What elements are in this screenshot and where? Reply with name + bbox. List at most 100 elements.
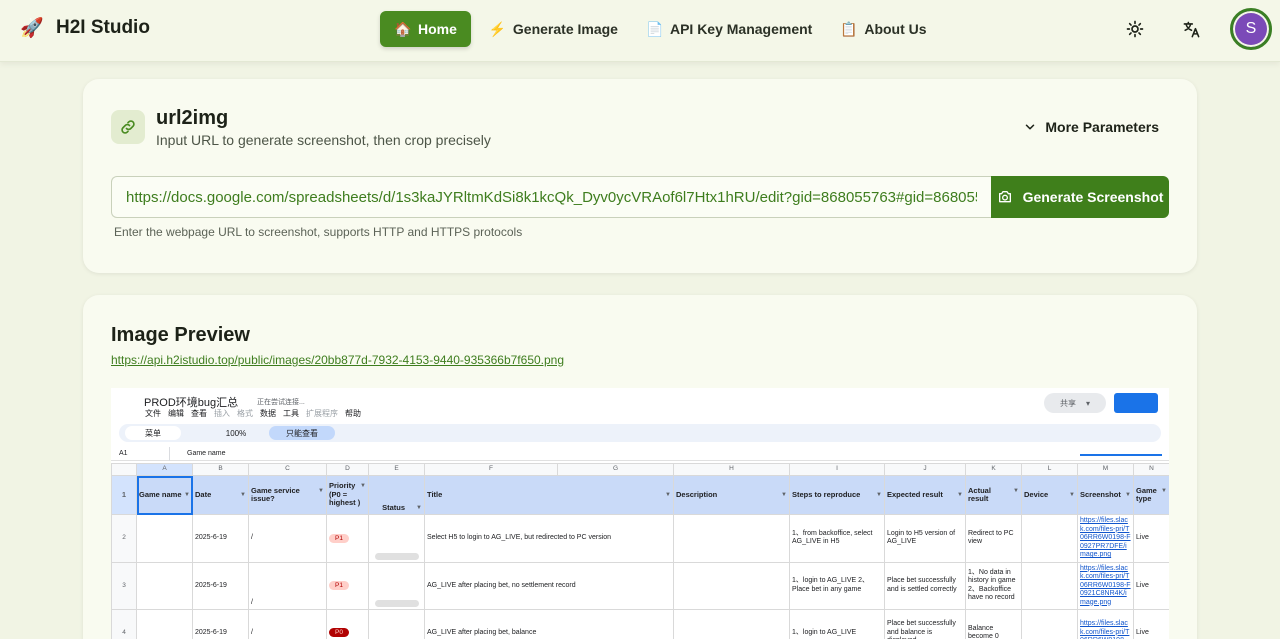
header-cell: ▼ Game type — [1133, 475, 1169, 515]
column-letter: J — [884, 463, 966, 476]
cell-status — [368, 561, 425, 610]
nav-api-key-label: API Key Management — [669, 21, 813, 37]
sheet-menu-item: 编辑 — [168, 409, 184, 418]
table-row: 3 2025-6-19 / P1 AG_LIVE after placing b… — [111, 561, 1169, 610]
cell-expected: Place bet successfully and balance is di… — [884, 609, 966, 639]
sheet-blue-button — [1114, 393, 1158, 413]
cell-device — [1021, 514, 1078, 563]
row-number: 1 — [111, 475, 137, 515]
divider — [169, 447, 170, 461]
sheet-menu-chip: 菜单 — [125, 426, 181, 440]
column-letter: E — [368, 463, 425, 476]
cell-device — [1021, 561, 1078, 610]
sheet-share: 共享 ▾ — [1044, 393, 1106, 413]
sun-icon — [1126, 20, 1144, 38]
header-cell: ▼ Priority (P0 = highest ) — [326, 475, 369, 515]
cell-game-name — [136, 609, 193, 639]
avatar[interactable]: S — [1230, 8, 1272, 50]
cell-title: Select H5 to login to AG_LIVE, but redir… — [424, 514, 674, 563]
cell-screenshot: https://files.slack.com/files-pri/T06RR6… — [1077, 514, 1134, 563]
sheet-share-label: 共享 — [1059, 398, 1076, 408]
cell-priority: P1 — [326, 514, 369, 563]
nav-api-key-management[interactable]: 📄 API Key Management — [636, 11, 822, 47]
cell-status — [368, 609, 425, 639]
nav-generate-image-label: Generate Image — [512, 21, 618, 37]
cell-description — [673, 514, 790, 563]
tool-title: url2img — [156, 107, 229, 129]
column-letter: A — [136, 463, 193, 476]
cell-priority: P0 — [326, 609, 369, 639]
more-parameters-toggle[interactable]: More Parameters — [1023, 119, 1159, 135]
lightning-icon: ⚡ — [488, 20, 507, 37]
cell-steps: 1、login to AG_LIVE 2、Place bet in any ga… — [789, 561, 885, 610]
sheet-tab-indicator — [1080, 454, 1162, 456]
column-letter: H — [673, 463, 790, 476]
more-parameters-label: More Parameters — [1045, 119, 1159, 135]
language-button[interactable] — [1174, 12, 1208, 46]
theme-toggle-button[interactable] — [1118, 12, 1152, 46]
header-cell: ▼ Title — [424, 475, 674, 515]
sheet-menu-item: 格式 — [237, 409, 253, 418]
tool-subtitle: Input URL to generate screenshot, then c… — [156, 132, 491, 148]
header-row: 1 ▼ Game name ▼ Date ▼ Game service issue? … — [111, 475, 1169, 515]
column-letter: D — [326, 463, 369, 476]
table-row: 4 2025-6-19 / P0 AG_LIVE after placing b… — [111, 609, 1169, 639]
column-letter: L — [1021, 463, 1078, 476]
camera-icon — [998, 191, 1011, 203]
cell-actual: 1、No data in history in game 2、Backoffic… — [965, 561, 1022, 610]
priority-chip: P1 — [329, 581, 349, 590]
nav-about-us-label: About Us — [864, 21, 927, 37]
translate-icon — [1183, 21, 1199, 37]
sheet-zoom: 100% — [225, 428, 247, 438]
generate-screenshot-button[interactable]: Generate Screenshot — [991, 176, 1169, 218]
screenshot-link: https://files.slack.com/files-pri/T06RR6… — [1080, 620, 1130, 639]
url-input[interactable] — [111, 176, 991, 218]
table-row: 2 2025-6-19 / P1 Select H5 to login to A… — [111, 514, 1169, 563]
status-pill — [374, 600, 419, 607]
cell-title: AG_LIVE after placing bet, balance — [424, 609, 674, 639]
cell-priority: P1 — [326, 561, 369, 610]
cell-type: Live — [1133, 561, 1169, 610]
image-preview-card: Image Preview https://api.h2istudio.top/… — [83, 295, 1197, 639]
sheet-menu-item: 文件 — [145, 409, 161, 418]
row-number: 2 — [111, 514, 137, 563]
nav-about-us[interactable]: 📋 About Us — [830, 11, 936, 47]
sheet-menu: 文件 编辑 查看 插入 格式 数据 工具 扩展程序 帮助 — [145, 408, 361, 419]
column-letter: M — [1077, 463, 1134, 476]
cell-actual: Balance become 0 — [965, 609, 1022, 639]
preview-title: Image Preview — [111, 324, 250, 346]
cell-steps: 1、from backoffice, select AG_LIVE in H5 — [789, 514, 885, 563]
cell-game-name — [136, 561, 193, 610]
sheet-grid: A B C D E F G H I J K L M N 1 ▼ Game name… — [111, 463, 1169, 639]
nav-home[interactable]: 🏠 Home — [380, 11, 471, 47]
cell-device — [1021, 609, 1078, 639]
top-actions: S — [1118, 8, 1272, 50]
nav-generate-image[interactable]: ⚡ Generate Image — [479, 11, 628, 47]
url2img-card: url2img Input URL to generate screenshot… — [83, 79, 1197, 273]
header-cell: ▼ Expected result — [884, 475, 966, 515]
column-letter: G — [557, 463, 674, 476]
home-icon: 🏠 — [394, 20, 412, 37]
cell-type: Live — [1133, 609, 1169, 639]
column-letter: C — [248, 463, 327, 476]
sheet-menu-item: 数据 — [260, 409, 276, 418]
cell-date: 2025-6-19 — [192, 561, 249, 610]
status-pill — [374, 552, 419, 560]
preview-image-link[interactable]: https://api.h2istudio.top/public/images/… — [111, 353, 564, 367]
sheet-cell-value: Game name — [187, 450, 226, 457]
corner-cell — [111, 463, 137, 476]
rocket-icon: 🚀 — [20, 18, 44, 39]
sheet-menu-item: 工具 — [283, 409, 299, 418]
cell-screenshot: https://files.slack.com/files-pri/T06RR6… — [1077, 609, 1134, 639]
main-nav: 🏠 Home ⚡ Generate Image 📄 API Key Manage… — [380, 11, 937, 47]
url-hint: Enter the webpage URL to screenshot, sup… — [114, 225, 523, 239]
brand[interactable]: 🚀 H2I Studio — [20, 16, 150, 40]
column-letters: A B C D E F G H I J K L M N — [111, 463, 1169, 476]
priority-chip: P1 — [329, 533, 349, 543]
cell-expected: Login to H5 version of AG_LIVE — [884, 514, 966, 563]
header-cell: ▼ Description — [673, 475, 790, 515]
column-letter: B — [192, 463, 249, 476]
cell-game-name — [136, 514, 193, 563]
cell-status — [368, 514, 425, 563]
row-number: 4 — [111, 609, 137, 639]
